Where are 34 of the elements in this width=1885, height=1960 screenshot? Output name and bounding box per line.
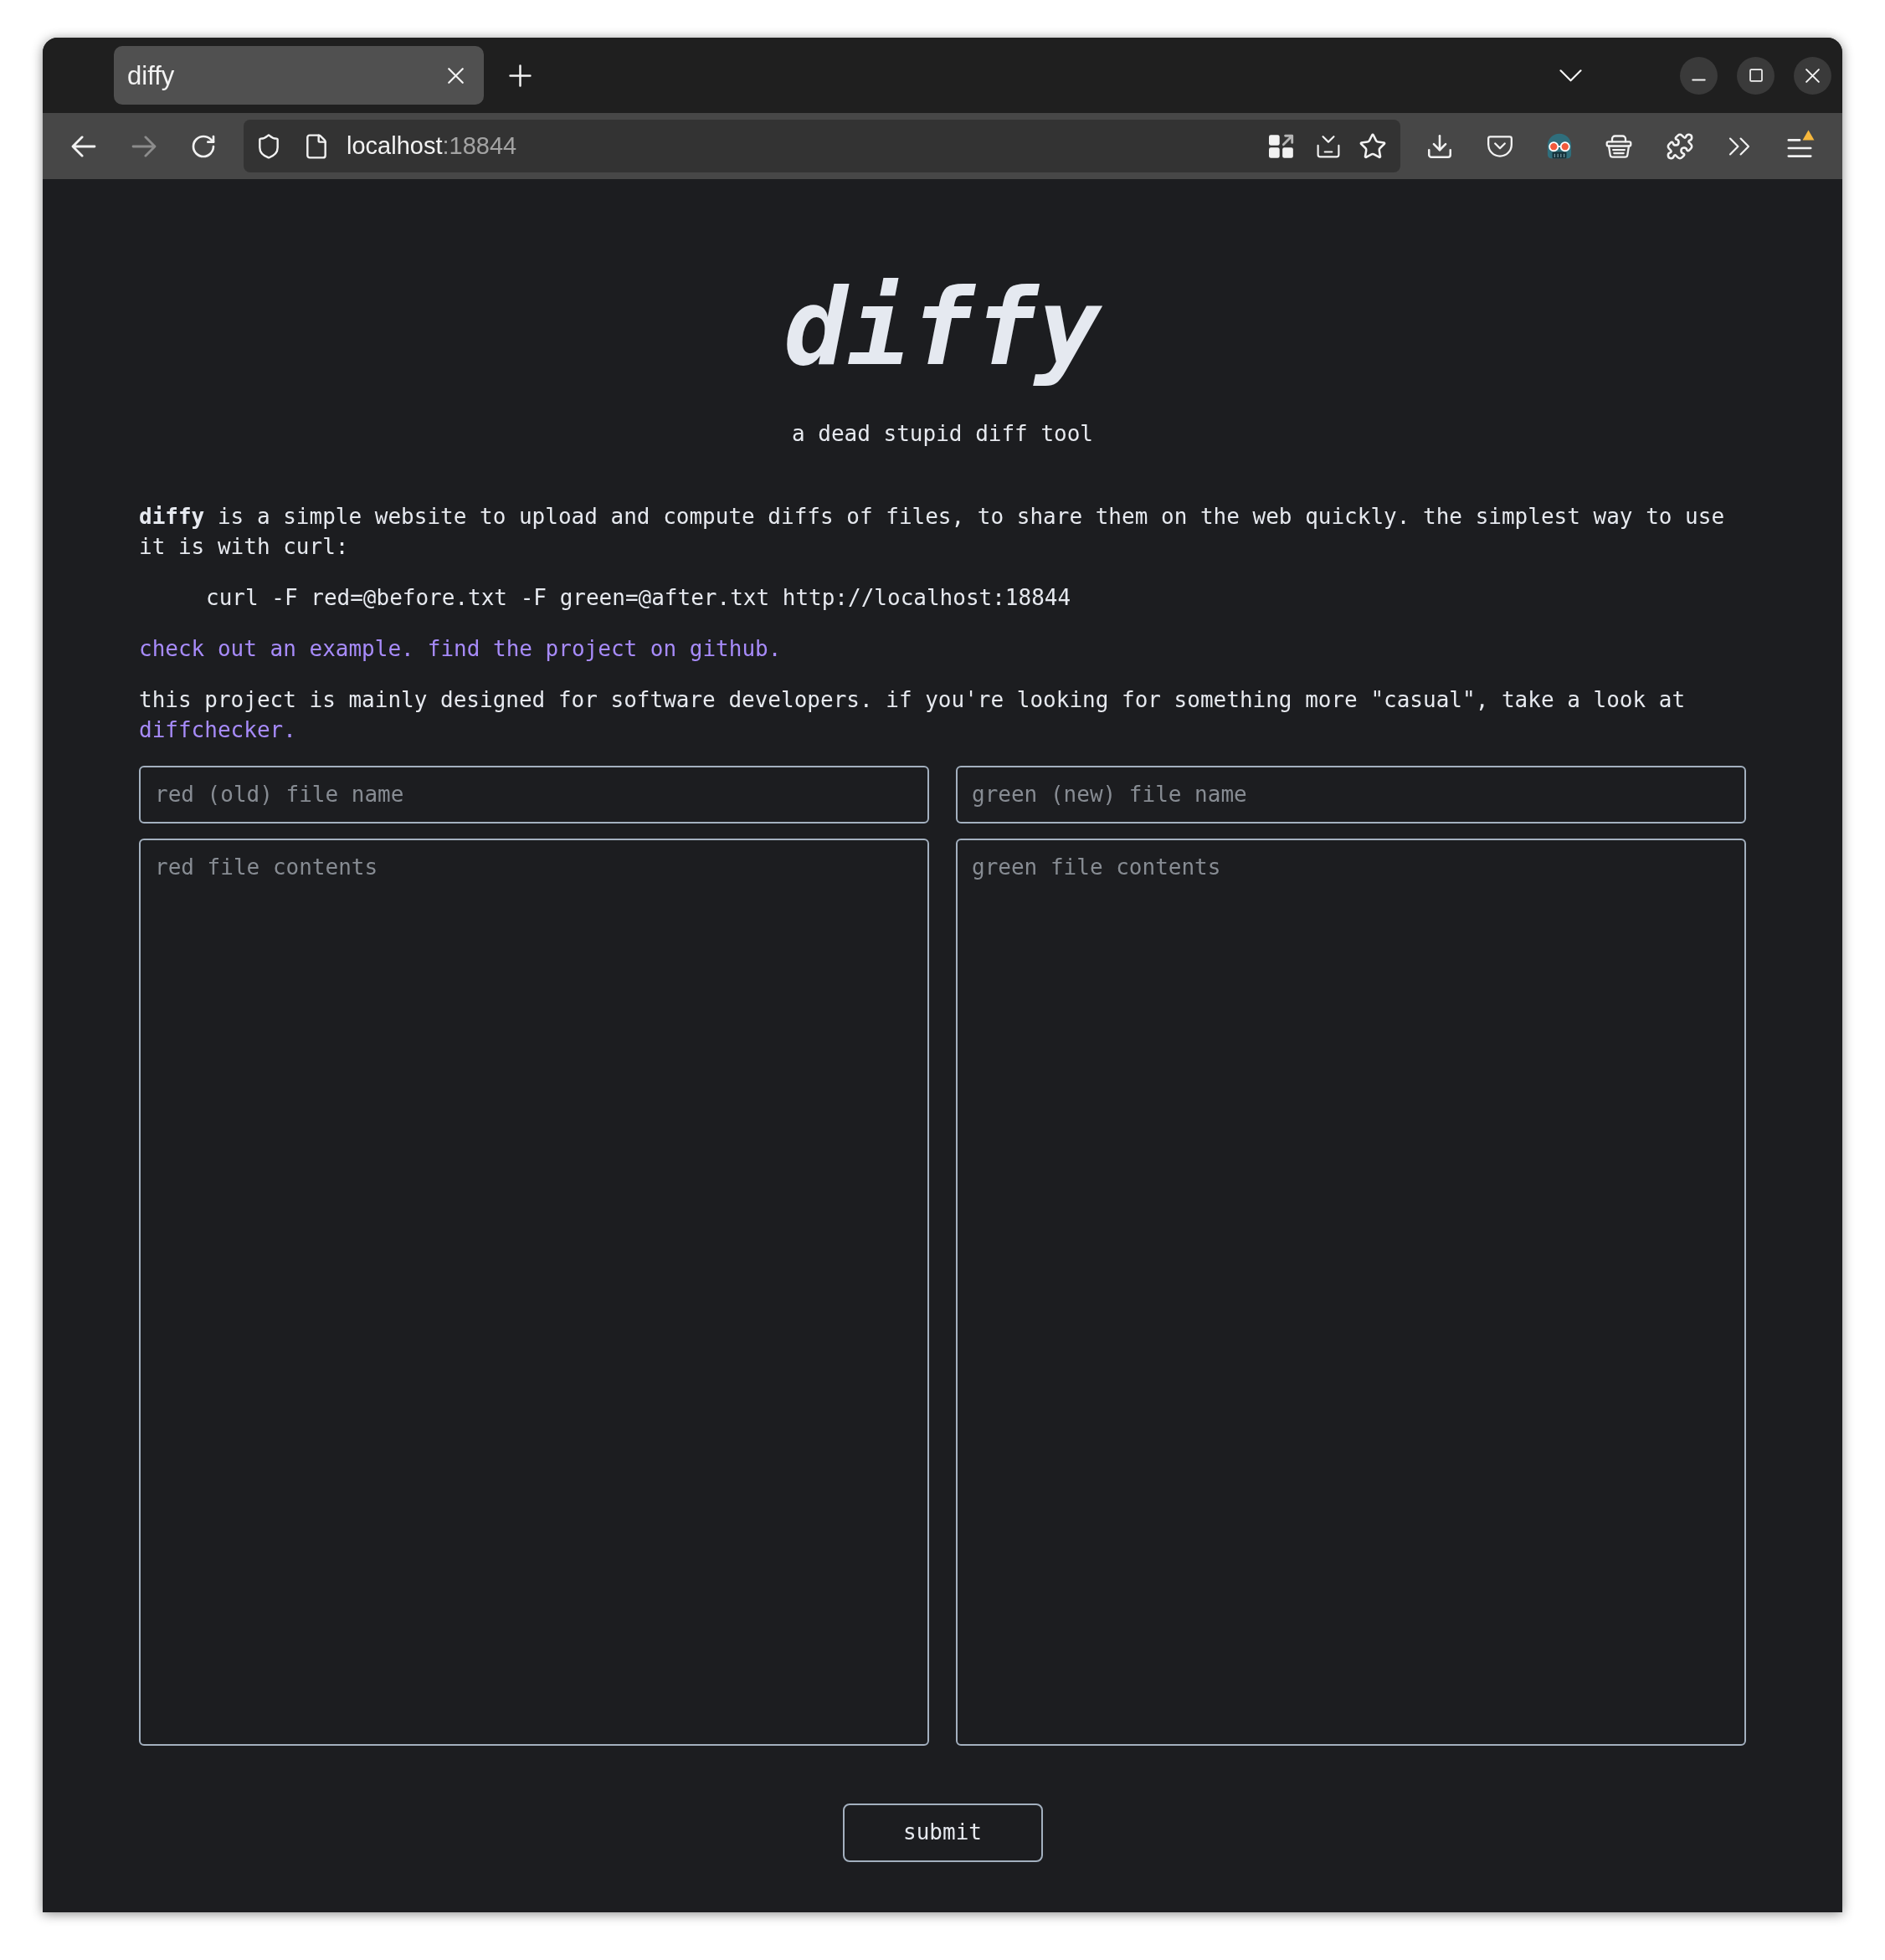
submit-button[interactable]: submit [842, 1803, 1043, 1862]
browser-tab[interactable]: diffy [114, 46, 484, 105]
close-icon [1805, 68, 1820, 83]
close-icon[interactable] [448, 67, 464, 84]
maximize-icon [1749, 69, 1763, 82]
chevrons-right-icon[interactable] [1728, 136, 1750, 156]
chevron-pouch-icon[interactable] [1487, 134, 1513, 158]
note-text: this project is mainly designed for software developers. if you're looking for something more "casual", take a look at diffchecker. [139, 685, 1687, 744]
file-name-field[interactable]: red (old) file name [139, 765, 929, 824]
menu-icon[interactable] [1786, 137, 1813, 158]
text-link[interactable]: find the project on github. [427, 633, 782, 664]
address-bar[interactable]: localhost:18844 [244, 120, 1400, 172]
goggles-avatar-icon[interactable] [1547, 133, 1572, 159]
grid-icon[interactable] [1269, 133, 1294, 159]
close-window-button[interactable] [1794, 56, 1831, 95]
maximize-button[interactable] [1737, 56, 1775, 95]
puzzle-icon[interactable] [1666, 131, 1694, 161]
url-text: localhost:18844 [347, 134, 517, 158]
file-contents-field[interactable]: green file contents [956, 838, 1746, 1746]
chevron-down-icon[interactable] [1559, 69, 1582, 82]
text-link[interactable]: check out an example. [139, 633, 414, 664]
minimize-icon [1692, 78, 1706, 81]
site-subtitle: a dead stupid diff tool [792, 419, 1093, 448]
file-contents-field[interactable]: red file contents [139, 838, 929, 1746]
arrow-left-icon[interactable] [71, 135, 96, 157]
file-name-field[interactable]: green (new) file name [956, 765, 1746, 824]
diffchecker-link[interactable]: diffchecker. [139, 716, 296, 742]
minimize-button[interactable] [1680, 56, 1718, 95]
intro-text: diffy is a simple website to upload and compute diffs of files, to share them on the web quickly. the simplest way to use it is with curl: [139, 502, 1726, 561]
site-title: diffy [783, 265, 1103, 391]
curl-command: curl -F red=@before.txt -F green=@after.txt http://localhost:18844 [206, 583, 1071, 612]
basket-icon[interactable] [1605, 133, 1632, 159]
star-icon[interactable] [1359, 131, 1387, 161]
plus-icon[interactable] [509, 64, 532, 87]
